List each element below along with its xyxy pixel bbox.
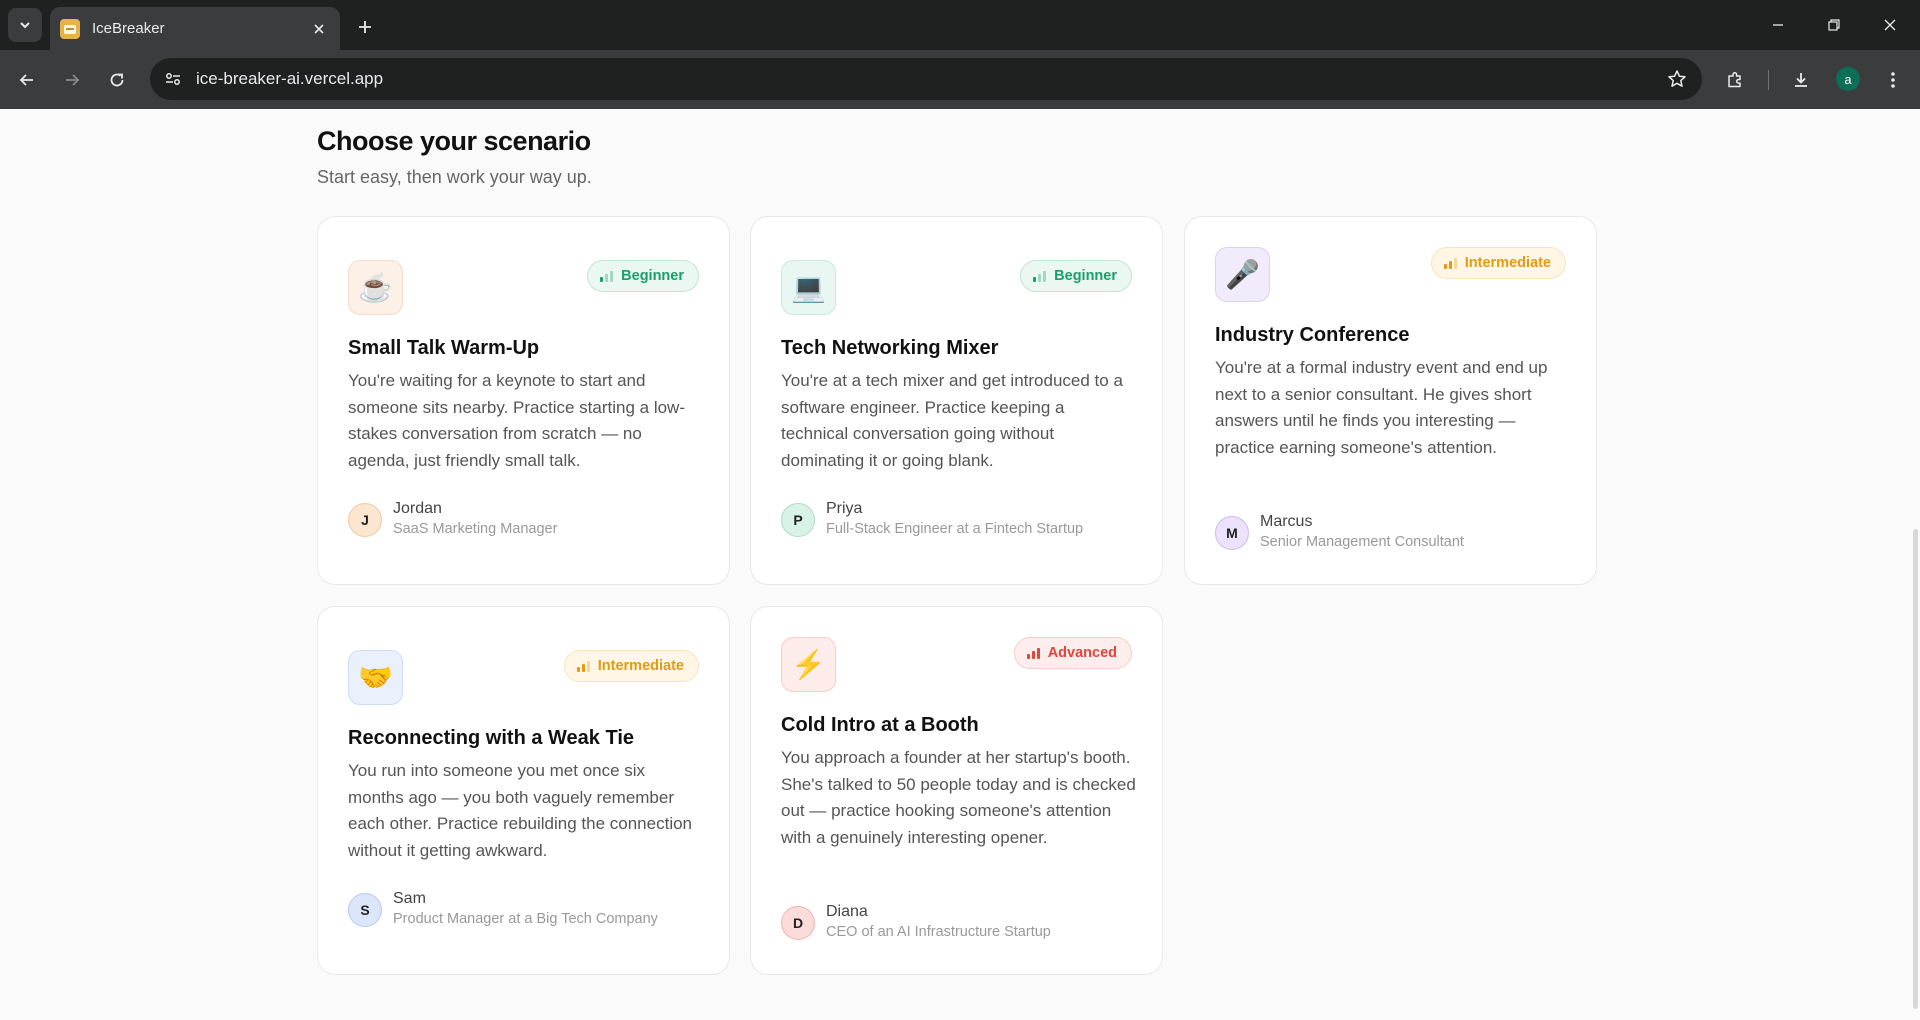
scenario-title: Small Talk Warm-Up [348, 337, 540, 359]
scenario-description: You're at a tech mixer and get introduce… [781, 371, 1123, 470]
persona-name: Diana [826, 903, 868, 920]
persona-role: Product Manager at a Big Tech Company [393, 911, 658, 927]
persona-role: SaaS Marketing Manager [393, 521, 558, 537]
tab-search-button[interactable] [8, 8, 42, 42]
profile-avatar[interactable]: a [1836, 67, 1860, 91]
page-subtitle: Start easy, then work your way up. [317, 167, 592, 187]
scenario-title: Tech Networking Mixer [781, 337, 999, 359]
persona: J Jordan SaaS Marketing Manager [348, 500, 709, 540]
difficulty-bars-icon [1026, 647, 1040, 659]
difficulty-bars-icon [1033, 270, 1047, 282]
browser-toolbar: ice-breaker-ai.vercel.app [0, 50, 1920, 109]
close-window-icon[interactable] [1870, 10, 1910, 40]
handshake-icon: 🤝 [348, 650, 403, 705]
minimize-window-icon[interactable] [1758, 10, 1798, 40]
back-arrow-icon[interactable] [10, 63, 44, 97]
reload-icon[interactable] [100, 63, 134, 97]
laptop-icon: 💻 [781, 260, 836, 315]
scenario-card-small-talk[interactable]: ☕ Beginner Small Talk Warm-Up You're wai… [317, 216, 730, 585]
chevron-down-icon [20, 22, 30, 29]
scenario-card-weak-tie[interactable]: 🤝 Intermediate Reconnecting with a Weak … [317, 606, 730, 975]
avatar: D [781, 906, 815, 940]
persona-role: Full-Stack Engineer at a Fintech Startup [826, 521, 1084, 537]
persona-name: Jordan [393, 500, 442, 517]
scenario-title: Reconnecting with a Weak Tie [348, 727, 634, 749]
forward-arrow-icon[interactable] [55, 63, 89, 97]
page-scrollbar[interactable] [1910, 109, 1920, 1020]
coffee-cup-icon: ☕ [348, 260, 403, 315]
persona: P Priya Full-Stack Engineer at a Fintech… [781, 500, 1142, 540]
page-content: Choose your scenario Start easy, then wo… [0, 109, 1920, 1020]
difficulty-label: Beginner [621, 268, 684, 284]
persona-name: Priya [826, 500, 863, 517]
scenario-description: You approach a founder at her startup's … [781, 748, 1136, 847]
persona-role: Senior Management Consultant [1260, 534, 1464, 550]
address-bar[interactable]: ice-breaker-ai.vercel.app [150, 58, 1702, 100]
close-tab-icon[interactable] [308, 18, 330, 40]
persona: D Diana CEO of an AI Infrastructure Star… [781, 903, 1142, 943]
scrollbar-thumb[interactable] [1913, 529, 1918, 1009]
persona-role: CEO of an AI Infrastructure Startup [826, 924, 1051, 940]
difficulty-bars-icon [600, 270, 614, 282]
difficulty-label: Beginner [1054, 268, 1117, 284]
difficulty-badge: Intermediate [563, 650, 699, 682]
difficulty-badge: Intermediate [1430, 247, 1566, 279]
page-title: Choose your scenario [317, 126, 591, 156]
scenario-card-tech-mixer[interactable]: 💻 Beginner Tech Networking Mixer You're … [750, 216, 1163, 585]
scenario-title: Cold Intro at a Booth [781, 714, 979, 736]
downloads-icon[interactable] [1784, 63, 1818, 97]
difficulty-bars-icon [576, 660, 590, 672]
scenario-title: Industry Conference [1215, 324, 1410, 346]
url-text[interactable]: ice-breaker-ai.vercel.app [196, 69, 1660, 89]
scenario-description: You're at a formal industry event and en… [1215, 358, 1548, 457]
more-menu-dots-icon[interactable] [1876, 63, 1910, 97]
scenario-description: You're waiting for a keynote to start an… [348, 371, 685, 470]
difficulty-label: Intermediate [1464, 255, 1551, 271]
difficulty-badge: Beginner [1020, 260, 1132, 292]
avatar: S [348, 893, 382, 927]
browser-tab[interactable]: IceBreaker [50, 7, 340, 50]
persona-name: Sam [393, 890, 426, 907]
difficulty-label: Intermediate [597, 658, 684, 674]
difficulty-bars-icon [1443, 257, 1457, 269]
persona: S Sam Product Manager at a Big Tech Comp… [348, 890, 709, 930]
scenario-card-industry-conference[interactable]: 🎤 Intermediate Industry Conference You'r… [1184, 216, 1597, 585]
difficulty-badge: Beginner [587, 260, 699, 292]
scenario-description: You run into someone you met once six mo… [348, 761, 693, 860]
lightning-icon: ⚡ [781, 637, 836, 692]
avatar: M [1215, 516, 1249, 550]
toolbar-separator [1768, 70, 1769, 90]
avatar: P [781, 503, 815, 537]
difficulty-label: Advanced [1047, 645, 1117, 661]
site-info-tune-icon[interactable] [158, 64, 188, 94]
scenario-card-cold-intro[interactable]: ⚡ Advanced Cold Intro at a Booth You app… [750, 606, 1163, 975]
new-tab-plus-icon[interactable] [350, 12, 380, 42]
restore-window-icon[interactable] [1814, 10, 1854, 40]
icebreaker-favicon-icon [60, 18, 80, 39]
bookmark-star-icon[interactable] [1660, 62, 1694, 96]
browser-tab-bar: IceBreaker [0, 0, 1920, 50]
persona-name: Marcus [1260, 513, 1313, 530]
avatar: J [348, 503, 382, 537]
tab-title: IceBreaker [92, 20, 165, 37]
difficulty-badge: Advanced [1013, 637, 1132, 669]
persona: M Marcus Senior Management Consultant [1215, 513, 1576, 553]
extensions-puzzle-icon[interactable] [1718, 63, 1752, 97]
microphone-icon: 🎤 [1215, 247, 1270, 302]
